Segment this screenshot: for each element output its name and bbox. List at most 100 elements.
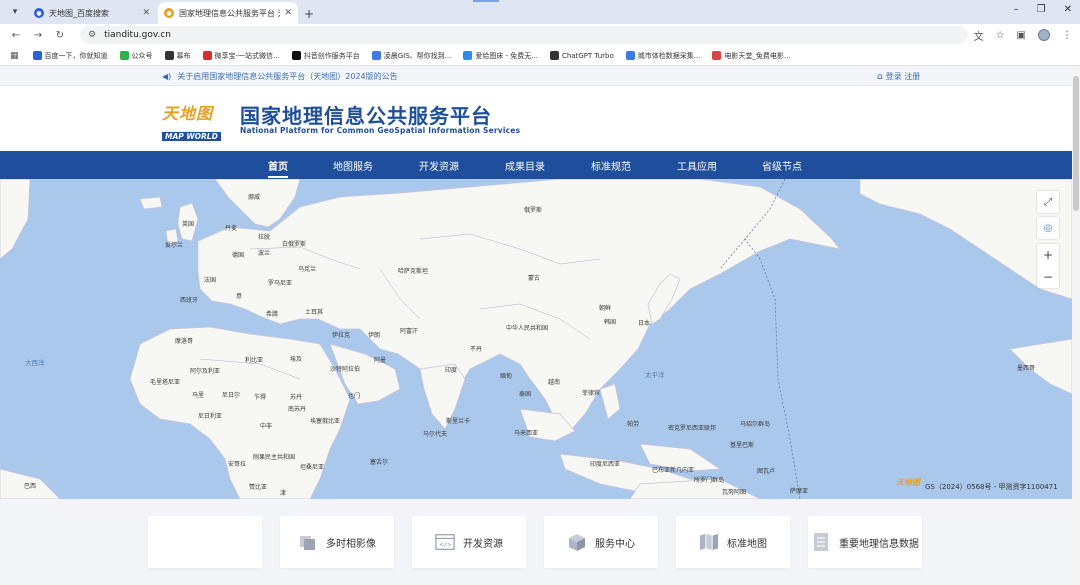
tab-search-menu[interactable]: ▾ (4, 1, 26, 23)
map-label: 津 (280, 490, 287, 497)
card-standard-map[interactable]: 标准地图 (676, 516, 790, 568)
map-label: 伊拉克 (332, 332, 351, 339)
extensions-icon[interactable]: ▣ (1017, 30, 1026, 41)
map-label: 德国 (232, 252, 245, 259)
login-register-link[interactable]: ⌂ 登录 注册 (877, 71, 920, 82)
svg-text:</>: </> (440, 542, 452, 549)
map-label: 南苏丹 (288, 406, 307, 413)
map-label: 巴布亚新几内亚 (652, 467, 695, 474)
image-host-icon (463, 51, 473, 60)
announcement-link[interactable]: ◀) 关于启用国家地理信息公共服务平台（天地图）2024版的公告 (162, 71, 398, 82)
tab-title: 国家地理信息公共服务平台 天地 (179, 8, 280, 18)
translate-icon[interactable]: 文 (974, 28, 984, 43)
site-settings-icon[interactable]: ⚙ (88, 30, 96, 40)
map-label: 毛里塔尼亚 (150, 379, 181, 386)
bookmark-item[interactable]: 幕布 (164, 51, 191, 61)
map-label: 希腊 (266, 311, 279, 318)
site-logo[interactable]: 天地图 MAP WORLD (162, 100, 224, 141)
map-label: 伊朗 (368, 332, 381, 339)
nav-item-catalog[interactable]: 成果目录 (505, 158, 545, 173)
profile-avatar[interactable] (1038, 29, 1050, 41)
forward-arrow-icon[interactable]: → (30, 30, 46, 41)
login-register-text: 登录 注册 (885, 72, 921, 81)
reload-icon[interactable]: ↻ (52, 30, 68, 41)
map-label: 法国 (204, 277, 217, 284)
map-label: 丹麦 (225, 225, 238, 232)
bookmark-item[interactable]: 爱给图床 - 免费无... (463, 51, 538, 61)
bookmark-star-icon[interactable]: ☆ (996, 30, 1005, 41)
browser-tab-baidu[interactable]: ● 天地图_百度搜索 ✕ (28, 2, 156, 24)
map-label: 沙特阿拉伯 (330, 366, 361, 373)
zoom-in-button[interactable]: + (1037, 244, 1059, 266)
bookmark-item[interactable]: 抖音创作服务平台 (291, 51, 360, 61)
world-map[interactable]: 挪威 英国 丹麦 爱尔兰 德国 拉脱 波兰 白俄罗斯 乌克兰 法国 罗马尼亚 西… (0, 179, 1072, 499)
bookmark-label: ChatGPT Turbo (561, 51, 614, 60)
close-window-icon[interactable]: ✕ (1064, 4, 1072, 15)
card-dev-resources[interactable]: </> 开发资源 (412, 516, 526, 568)
address-bar[interactable]: ⚙ tianditu.gov.cn (80, 26, 968, 44)
bookmark-item[interactable]: 微享宝-一站式微信... (202, 51, 280, 61)
map-label: 不丹 (470, 346, 483, 353)
bookmark-item[interactable]: ChatGPT Turbo (549, 51, 614, 60)
nav-item-standards[interactable]: 标准规范 (591, 158, 631, 173)
bookmark-item[interactable]: 百度一下，你就知道 (32, 51, 108, 61)
map-label: 中非 (260, 423, 273, 430)
close-icon[interactable]: ✕ (142, 8, 150, 18)
browser-tab-tianditu[interactable]: ● 国家地理信息公共服务平台 天地 ✕ (158, 2, 298, 24)
map-label: 阿尔及利亚 (190, 368, 221, 375)
map-watermark-logo: 天地图 (896, 477, 920, 487)
map-label: 拉脱 (258, 234, 271, 241)
nav-item-home[interactable]: 首页 (268, 158, 288, 173)
map-label: 缅甸 (500, 373, 513, 380)
map-label: 朝鲜 (599, 305, 612, 312)
bookmark-item[interactable]: 电影天堂_免费电影... (712, 51, 791, 61)
close-icon[interactable]: ✕ (284, 8, 292, 18)
nav-item-tools[interactable]: 工具应用 (677, 158, 717, 173)
fullscreen-button[interactable]: ⤢ (1037, 191, 1059, 213)
code-icon: </> (435, 532, 455, 552)
map-label: 利比亚 (245, 357, 264, 364)
map-label: 菲律宾 (582, 390, 601, 397)
nav-item-dev-resources[interactable]: 开发资源 (419, 158, 459, 173)
bookmark-label: 百度一下，你就知道 (44, 51, 108, 60)
tab-title: 天地图_百度搜索 (49, 8, 109, 18)
card-geo-data[interactable]: 重要地理信息数据 (808, 516, 922, 568)
map-landmass (0, 179, 1072, 499)
minimize-icon[interactable]: – (1014, 4, 1019, 15)
bookmark-item[interactable]: 城市体检数据采集... (625, 51, 701, 61)
nav-item-map-services[interactable]: 地图服务 (333, 158, 373, 173)
card-multitemporal-imagery[interactable]: 多时相影像 (280, 516, 394, 568)
announcement-text: 关于启用国家地理信息公共服务平台（天地图）2024版的公告 (177, 72, 398, 81)
card-service-center[interactable]: 服务中心 (544, 516, 658, 568)
map-label: 波兰 (258, 250, 271, 257)
compass-icon: ◎ (1043, 222, 1053, 234)
card-label: 重要地理信息数据 (839, 538, 919, 550)
restore-icon[interactable]: ❐ (1037, 4, 1046, 15)
map-label: 所罗门群岛 (694, 477, 725, 484)
map-label-ocean: 太平洋 (645, 371, 665, 379)
more-menu-icon[interactable]: ⋮ (1062, 30, 1072, 41)
bookmark-item[interactable]: 公众号 (119, 51, 153, 61)
bookmark-item[interactable]: 凌晨GIS、帮你找到... (371, 51, 451, 61)
new-tab-button[interactable]: + (304, 7, 314, 21)
tianditu-favicon-icon: ● (164, 8, 174, 18)
map-label: 瓦努阿图 (722, 489, 747, 496)
zoom-out-button[interactable]: − (1037, 266, 1059, 288)
locate-button[interactable]: ◎ (1037, 217, 1059, 239)
weixiangbao-icon (202, 51, 212, 60)
douyin-icon (291, 51, 301, 60)
map-label: 苏丹 (290, 394, 303, 401)
map-label: 哈萨克斯坦 (398, 268, 429, 275)
gis-icon (371, 51, 381, 60)
apps-grid-icon[interactable]: ▦ (10, 51, 19, 61)
bookmark-label: 城市体检数据采集... (637, 51, 701, 60)
map-copyright: GS（2024）0568号 - 甲测资字1100471 (925, 483, 1058, 491)
back-arrow-icon[interactable]: ← (8, 30, 24, 41)
card-blank[interactable] (148, 516, 262, 568)
map-label: 坦桑尼亚 (300, 464, 325, 471)
page-scroll-thumb[interactable] (1073, 76, 1079, 211)
logo-en-text: MAP WORLD (162, 132, 221, 141)
nav-item-provincial-nodes[interactable]: 省级节点 (762, 158, 802, 173)
map-label: 韩国 (604, 319, 617, 326)
quick-links: 多时相影像 </> 开发资源 服务中心 标准地图 重要地理信息数据 (0, 499, 1072, 585)
